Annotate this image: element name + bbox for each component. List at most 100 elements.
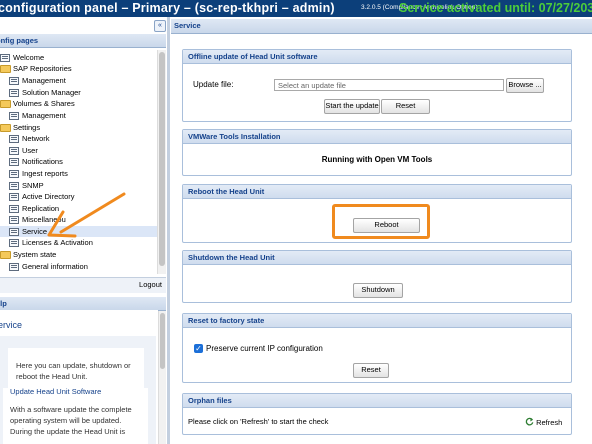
title-bar: configuration panel – Primary – (sc-rep-… [0, 0, 592, 17]
page-icon [9, 193, 19, 201]
tree-item-replication[interactable]: Replication [0, 203, 157, 214]
page-icon [9, 216, 19, 224]
folder-icon [0, 124, 11, 132]
page-icon [9, 170, 19, 178]
browse-button[interactable]: Browse ... [506, 78, 544, 93]
tree-folder-system-state[interactable]: System state [0, 249, 157, 260]
tree-item-label: Settings [13, 123, 41, 132]
logout-bar: Logout [0, 277, 166, 293]
help-text-2: With a software update the complete oper… [10, 405, 132, 436]
tree-item-licenses-activation[interactable]: Licenses & Activation [0, 237, 157, 248]
tree-item-label: Ingest reports [22, 169, 68, 178]
main-title: Service [174, 21, 201, 30]
tree-item-sap-management[interactable]: Management [0, 75, 157, 86]
tree-item-snmp[interactable]: SNMP [0, 180, 157, 191]
tree-item-welcome[interactable]: Welcome [0, 52, 157, 63]
tree-item-label: SAP Repositories [13, 64, 72, 73]
tree-item-label: Solution Manager [22, 88, 81, 97]
tree-item-user[interactable]: User [0, 145, 157, 156]
preserve-ip-checkbox[interactable]: ✓ [194, 344, 203, 353]
tree-folder-settings[interactable]: Settings [0, 122, 157, 133]
factory-reset-section: Reset to factory state ✓ Preserve curren… [182, 313, 572, 383]
tree-item-network[interactable]: Network [0, 133, 157, 144]
tree-item-active-directory[interactable]: Active Directory [0, 191, 157, 202]
reboot-title: Reboot the Head Unit [183, 185, 571, 199]
tree-item-label: Miscellaneou [22, 215, 66, 224]
shutdown-section: Shutdown the Head Unit Shutdown [182, 250, 572, 303]
factory-reset-title: Reset to factory state [183, 314, 571, 328]
config-pages-title: onfig pages [0, 36, 39, 45]
tree-folder-volumes-shares[interactable]: Volumes & Shares [0, 98, 157, 109]
main-header: Service [171, 19, 592, 34]
refresh-icon [525, 417, 534, 426]
orphan-instruction: Please click on 'Refresh' to start the c… [188, 417, 329, 426]
vmware-title: VMWare Tools Installation [183, 130, 571, 144]
tree-item-volumes-management[interactable]: Management [0, 110, 157, 121]
tree-item-label: Network [22, 134, 50, 143]
page-icon [9, 228, 19, 236]
start-update-button[interactable]: Start the update [324, 99, 380, 114]
tree-scrollbar-thumb[interactable] [159, 52, 165, 266]
tree-item-label: Volumes & Shares [13, 99, 75, 108]
page-icon [9, 182, 19, 190]
collapse-double-chevron-icon[interactable]: « [154, 20, 166, 32]
tree-item-general-information[interactable]: General information [0, 261, 157, 272]
tree-item-solution-manager[interactable]: Solution Manager [0, 87, 157, 98]
refresh-button[interactable]: Refresh [525, 417, 562, 427]
tree-item-label: Welcome [13, 53, 45, 62]
config-tree: Welcome SAP Repositories Management Solu… [0, 50, 157, 274]
factory-reset-button[interactable]: Reset [353, 363, 389, 378]
logout-button[interactable]: Logout [139, 280, 162, 289]
tree-item-label: Notifications [22, 157, 63, 166]
page-icon [9, 158, 19, 166]
folder-icon [0, 251, 11, 259]
folder-icon [0, 100, 11, 108]
window-title: configuration panel – Primary – (sc-rep-… [0, 1, 335, 15]
help-scrollbar[interactable] [158, 311, 166, 444]
tree-item-miscellaneous[interactable]: Miscellaneou [0, 214, 157, 225]
page-icon [0, 54, 10, 62]
tree-item-label: Active Directory [22, 192, 75, 201]
tree-item-label: Management [22, 76, 66, 85]
panel-divider[interactable] [167, 17, 170, 444]
annotation-highlight-box [332, 204, 430, 239]
vmware-status: Running with Open VM Tools [321, 155, 433, 164]
reset-update-button[interactable]: Reset [381, 99, 430, 114]
offline-update-section: Offline update of Head Unit software Upd… [182, 49, 572, 122]
tree-item-label: Replication [22, 204, 60, 213]
tree-item-label: System state [13, 250, 57, 259]
preserve-ip-label: Preserve current IP configuration [206, 344, 323, 353]
refresh-label: Refresh [536, 418, 563, 427]
tree-item-label: Service [22, 227, 48, 236]
service-status: Service activated until: 07/27/2030 [399, 1, 592, 15]
page-icon [9, 135, 19, 143]
help-text: Here you can update, shutdown or reboot … [16, 361, 131, 381]
shutdown-title: Shutdown the Head Unit [183, 251, 571, 265]
help-page-title: ervice [0, 320, 23, 330]
help-scrollbar-thumb[interactable] [160, 313, 165, 369]
page-icon [9, 112, 19, 120]
update-file-label: Update file: [193, 80, 234, 89]
tree-folder-sap-repositories[interactable]: SAP Repositories [0, 63, 157, 74]
tree-item-service[interactable]: Service [0, 226, 157, 237]
page-icon [9, 77, 19, 85]
tree-item-ingest-reports[interactable]: Ingest reports [0, 168, 157, 179]
offline-update-title: Offline update of Head Unit software [183, 50, 571, 64]
page-icon [9, 263, 19, 271]
update-file-input[interactable]: Select an update file [274, 79, 504, 91]
shutdown-button[interactable]: Shutdown [353, 283, 403, 298]
page-icon [9, 239, 19, 247]
config-pages-header: onfig pages [0, 34, 166, 48]
tree-item-notifications[interactable]: Notifications [0, 156, 157, 167]
page-icon [9, 147, 19, 155]
folder-icon [0, 65, 11, 73]
tree-item-label: Management [22, 111, 66, 120]
page-icon [9, 205, 19, 213]
tree-scrollbar[interactable] [157, 50, 166, 274]
page-icon [9, 89, 19, 97]
tree-item-label: User [22, 146, 38, 155]
orphan-files-title: Orphan files [183, 394, 571, 408]
vmware-section: VMWare Tools Installation Running with O… [182, 129, 572, 176]
tree-item-label: SNMP [22, 181, 44, 190]
help-subtitle: Update Head Unit Software [10, 387, 102, 396]
